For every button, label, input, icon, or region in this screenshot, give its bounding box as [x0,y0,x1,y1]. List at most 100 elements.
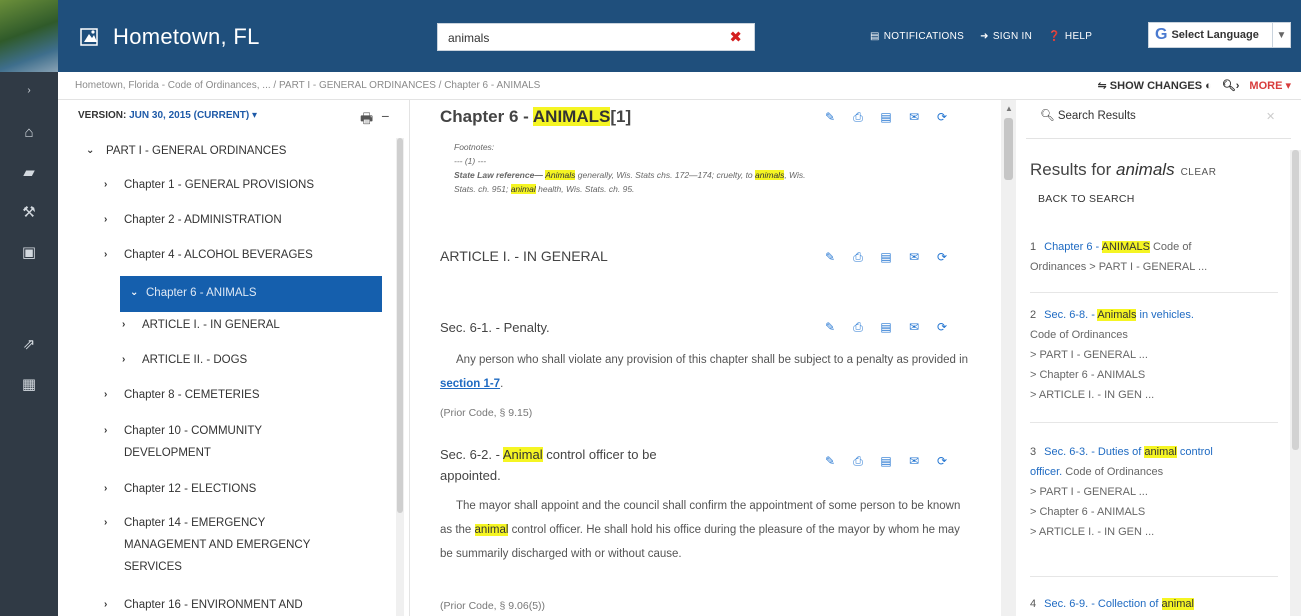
home-icon[interactable]: ⌂ [0,116,58,148]
newspaper-icon[interactable]: ▦ [0,368,58,400]
chapter-actions: ✎ ⎙ ▤ ✉ ⟳ [823,110,949,125]
toc-item-chapter-1[interactable]: › Chapter 1 - GENERAL PROVISIONS [104,174,314,196]
toc-item-part-1[interactable]: ⌄ PART I - GENERAL ORDINANCES [86,140,286,162]
document-icon[interactable]: ▣ [0,236,58,268]
results-title: Results for animals CLEAR [1030,160,1217,179]
toc-item-label: Chapter 4 - ALCOHOL BEVERAGES [124,249,313,261]
toc-item-label: ARTICLE I. - IN GENERAL [142,319,280,331]
toc-item-chapter-10[interactable]: › Chapter 10 - COMMUNITY DEVELOPMENT [104,420,262,464]
more-menu[interactable]: MORE ▾ [1249,79,1291,92]
collapse-icon[interactable]: − [381,108,389,132]
download-icon[interactable]: ▤ [879,454,893,469]
search-results-tab[interactable]: 🔍︎ Search Results [1040,108,1136,122]
close-icon[interactable]: ✕ [1266,110,1275,123]
version-selector[interactable]: VERSION: JUN 30, 2015 (CURRENT) ▾ [78,110,257,121]
search-icon[interactable]: 🔍︎› [1222,79,1240,92]
search-results-panel: 🔍︎ Search Results ✕ Results for animals C… [1016,100,1301,616]
section-6-1-actions: ✎ ⎙ ▤ ✉ ⟳ [823,320,949,335]
sign-in-label: SIGN IN [992,31,1033,42]
share-icon[interactable]: ⟳ [935,320,949,335]
section-6-1-text: Any person who shall violate any provisi… [440,354,969,390]
toc-item-label: Chapter 16 - ENVIRONMENT AND [124,599,303,611]
help-link[interactable]: ❓ HELP [1048,31,1092,42]
clear-search-icon[interactable]: ✖ [729,28,742,46]
print-icon[interactable]: ⎙ [851,110,865,125]
language-select[interactable]: G Select Language ▼ [1148,22,1291,48]
email-icon[interactable]: ✉ [907,250,921,265]
email-icon[interactable]: ✉ [907,110,921,125]
link-icon[interactable]: ✎ [823,250,837,265]
email-icon[interactable]: ✉ [907,320,921,335]
chevron-right-icon: › [104,483,108,494]
breadcrumb-actions: ⇋ SHOW CHANGES ◐ 🔍︎› MORE ▾ [1098,79,1291,92]
email-icon[interactable]: ✉ [907,454,921,469]
chevron-right-icon: › [104,179,108,190]
section-1-7-link[interactable]: section 1-7 [440,378,500,390]
link-icon[interactable]: ✎ [823,454,837,469]
share-icon[interactable]: ⇗ [0,328,58,360]
article-heading: ARTICLE I. - IN GENERAL [440,248,608,264]
section-6-2-prior: (Prior Code, § 9.06(5)) [440,600,546,612]
gavel-icon[interactable]: ⚒ [0,196,58,228]
download-icon[interactable]: ▤ [879,250,893,265]
breadcrumb-text[interactable]: Hometown, Florida - Code of Ordinances, … [75,80,540,91]
print-icon[interactable]: ⎙ [851,320,865,335]
clear-button[interactable]: CLEAR [1181,167,1217,178]
download-icon[interactable]: ▤ [879,320,893,335]
result-item[interactable]: 3 Sec. 6-3. - Duties of animal control of… [1030,442,1284,542]
toc-item-chapter-16[interactable]: › Chapter 16 - ENVIRONMENT AND [104,594,303,616]
search-input[interactable] [448,28,718,48]
result-item[interactable]: 2 Sec. 6-8. - Animals in vehicles. Code o… [1030,305,1284,405]
toc-tools: 🖶︎ − [360,108,389,132]
toc-item-chapter-4[interactable]: › Chapter 4 - ALCOHOL BEVERAGES [104,244,313,266]
breadcrumb: Hometown, Florida - Code of Ordinances, … [58,72,1301,100]
link-icon[interactable]: ✎ [823,320,837,335]
toc-item-article-1[interactable]: › ARTICLE I. - IN GENERAL [122,314,280,336]
section-6-1-prior: (Prior Code, § 9.15) [440,407,533,419]
back-to-search-button[interactable]: BACK TO SEARCH [1038,193,1135,205]
link-icon[interactable]: ✎ [823,110,837,125]
city-photo [0,0,58,72]
share-icon[interactable]: ⟳ [935,250,949,265]
notifications-label: NOTIFICATIONS [883,31,965,42]
section-6-2-actions: ✎ ⎙ ▤ ✉ ⟳ [823,454,949,469]
chevron-right-icon: › [122,354,126,365]
print-icon[interactable]: 🖶︎ [360,108,373,132]
city-logo-icon [80,28,98,46]
site-title[interactable]: Hometown, FL [113,24,260,50]
sign-in-link[interactable]: ➜ SIGN IN [980,31,1032,42]
share-icon[interactable]: ⟳ [935,110,949,125]
toc-item-article-2[interactable]: › ARTICLE II. - DOGS [122,349,247,371]
expand-rail-icon[interactable]: › [0,74,58,106]
show-changes-button[interactable]: ⇋ SHOW CHANGES ◐ [1098,79,1212,92]
toc-item-chapter-14[interactable]: › Chapter 14 - EMERGENCY MANAGEMENT AND E… [104,512,310,578]
chevron-down-icon: ⌄ [86,145,95,156]
download-icon[interactable]: ▤ [879,110,893,125]
results-scrollbar[interactable] [1290,150,1301,616]
search-results-label: Search Results [1057,110,1136,122]
toc-item-chapter-12[interactable]: › Chapter 12 - ELECTIONS [104,478,256,500]
content-scrollbar[interactable]: ▲ [1001,100,1016,616]
chevron-right-icon: › [122,319,126,330]
language-label: Select Language [1171,29,1259,41]
envelope-icon: ▤ [870,31,880,42]
google-icon: G [1155,26,1168,43]
footnotes-label: Footnotes: [454,142,495,152]
toc-item-chapter-8[interactable]: › Chapter 8 - CEMETERIES [104,384,259,406]
bookmark-icon[interactable]: ▰ [0,156,58,188]
chevron-right-icon: › [104,249,108,260]
toc-item-label: Chapter 10 - COMMUNITY DEVELOPMENT [124,425,263,459]
toc-item-chapter-2[interactable]: › Chapter 2 - ADMINISTRATION [104,209,282,231]
show-changes-label: SHOW CHANGES [1109,80,1203,92]
toc-scrollbar[interactable] [396,138,404,616]
more-label: MORE [1249,80,1283,92]
notifications-link[interactable]: ▤ NOTIFICATIONS [870,31,964,42]
print-icon[interactable]: ⎙ [851,454,865,469]
toc-item-label: Chapter 12 - ELECTIONS [124,483,257,495]
share-icon[interactable]: ⟳ [935,454,949,469]
toc-item-chapter-6[interactable]: ⌄ Chapter 6 - ANIMALS [120,276,382,312]
document-content: ▲ Chapter 6 - ANIMALS[1] ✎ ⎙ ▤ ✉ ⟳ Footn… [410,100,1016,616]
print-icon[interactable]: ⎙ [851,250,865,265]
result-item[interactable]: 1 Chapter 6 - ANIMALS Code of Ordinances … [1030,237,1284,277]
result-item[interactable]: 4 Sec. 6-9. - Collection of animal [1030,594,1284,614]
